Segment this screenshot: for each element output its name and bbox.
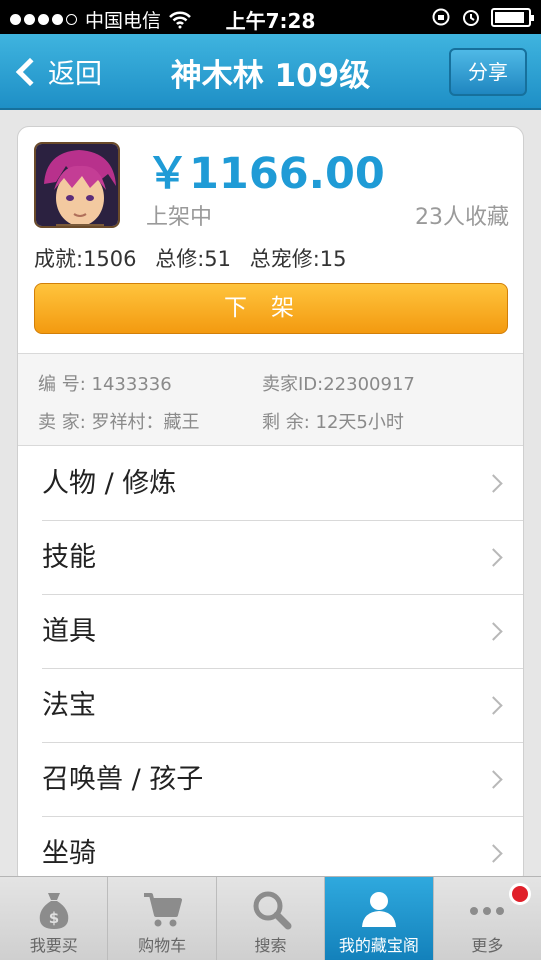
tab-label: 搜索 (254, 936, 287, 955)
status-bar: 中国电信 上午7:28 (0, 0, 541, 34)
notification-badge (509, 883, 532, 905)
user-icon (361, 892, 396, 927)
seller-id: 卖家ID:22300917 (262, 370, 415, 396)
favorites-count: 23人收藏 (415, 205, 509, 230)
character-stats: 成就:1506 总修:51 总宠修:15 (34, 243, 359, 273)
alarm-icon (463, 10, 479, 26)
menu-item-label: 坐骑 (42, 838, 96, 869)
tab-label: 更多 (471, 936, 504, 955)
seller-id-label: 卖家ID: (262, 374, 324, 395)
tab-more[interactable]: 更多 (434, 877, 541, 960)
menu-item-treasures[interactable]: 法宝 (42, 669, 523, 743)
svg-text:$: $ (48, 909, 58, 927)
seller-value: 罗祥村：藏王 (91, 412, 200, 433)
seller: 卖 家: 罗祥村：藏王 (38, 408, 200, 434)
item-detail-card: ￥1166.00 上架中 23人收藏 成就:1506 总修:51 总宠修:15 … (17, 126, 524, 886)
seller-id-value: 22300917 (323, 374, 415, 395)
item-id: 编 号: 1433336 (38, 370, 172, 396)
character-avatar (34, 142, 120, 228)
time-remaining-label: 剩 余: (262, 412, 310, 433)
listing-status: 上架中 (146, 205, 213, 230)
menu-item-character-cultivation[interactable]: 人物 / 修炼 (42, 447, 523, 521)
tab-label: 购物车 (138, 936, 187, 955)
tab-label: 我要买 (29, 936, 78, 955)
item-id-value: 1433336 (91, 374, 172, 395)
item-id-label: 编 号: (38, 374, 86, 395)
chevron-right-icon (484, 770, 503, 789)
time-remaining: 剩 余: 12天5小时 (262, 408, 404, 434)
menu-item-skills[interactable]: 技能 (42, 521, 523, 595)
money-bag-icon: $ (39, 893, 68, 929)
price: ￥1166.00 (146, 149, 385, 199)
tab-search[interactable]: 搜索 (217, 877, 326, 960)
cart-icon (144, 893, 183, 927)
listing-info: 编 号: 1433336 卖家ID:22300917 卖 家: 罗祥村：藏王 剩… (18, 353, 523, 446)
search-icon (253, 891, 292, 930)
stat-pet-cultivation: 总宠修:15 (249, 247, 347, 271)
tab-my-treasure-pavilion[interactable]: 我的藏宝阁 (325, 877, 434, 960)
tab-bar: $ 我要买 购物车 搜索 我的藏宝阁 更多 (0, 876, 541, 960)
chevron-right-icon (484, 622, 503, 641)
chevron-right-icon (484, 844, 503, 863)
menu-item-label: 召唤兽 / 孩子 (42, 764, 204, 795)
chevron-right-icon (484, 696, 503, 715)
menu-item-items[interactable]: 道具 (42, 595, 523, 669)
more-icon (470, 907, 505, 915)
stat-achievement: 成就:1506 (34, 247, 137, 271)
time-remaining-value: 12天5小时 (315, 412, 404, 433)
chevron-right-icon (484, 474, 503, 493)
stat-total-cultivation: 总修:51 (155, 247, 232, 271)
menu-item-label: 道具 (42, 616, 96, 647)
share-button[interactable]: 分享 (449, 48, 527, 96)
unlist-button[interactable]: 下架 (34, 283, 508, 334)
chevron-right-icon (484, 548, 503, 567)
menu-item-pets-children[interactable]: 召唤兽 / 孩子 (42, 743, 523, 817)
tab-cart[interactable]: 购物车 (108, 877, 217, 960)
battery-icon (491, 7, 534, 27)
menu-item-label: 法宝 (42, 690, 96, 721)
tab-label: 我的藏宝阁 (338, 936, 419, 955)
menu-item-label: 技能 (42, 542, 96, 573)
seller-label: 卖 家: (38, 412, 86, 433)
detail-menu: 人物 / 修炼 技能 道具 法宝 召唤兽 / 孩子 坐骑 (42, 447, 523, 885)
rotation-lock-icon (432, 8, 450, 26)
menu-item-label: 人物 / 修炼 (42, 468, 177, 499)
navigation-bar: 返回 神木林 109级 分享 (0, 34, 541, 110)
battery-level (495, 11, 524, 23)
tab-buy[interactable]: $ 我要买 (0, 877, 109, 960)
